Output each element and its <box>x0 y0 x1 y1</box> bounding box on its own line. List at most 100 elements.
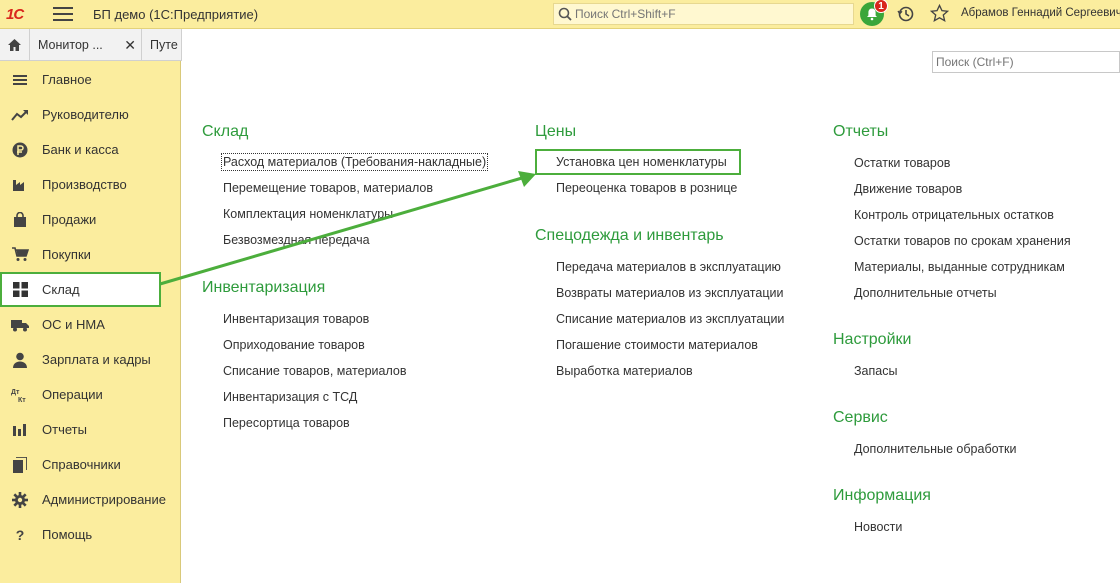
link-kontrol-ostatkov[interactable]: Контроль отрицательных остатков <box>854 208 1054 222</box>
notifications-button[interactable]: 1 <box>860 0 888 26</box>
question-icon: ? <box>15 526 25 543</box>
link-novosti[interactable]: Новости <box>854 520 902 534</box>
person-icon <box>10 350 30 370</box>
link-peresortica[interactable]: Пересортица товаров <box>223 416 350 430</box>
link-oprihodovanie[interactable]: Оприходование товаров <box>223 338 365 352</box>
link-inventarizaciya-tsd[interactable]: Инвентаризация с ТСД <box>223 390 357 404</box>
link-ostatki-po-srokam[interactable]: Остатки товаров по срокам хранения <box>854 234 1071 248</box>
logo-1c: 1С <box>6 5 24 23</box>
sidebar-item-spravochniki[interactable]: Справочники <box>0 447 181 482</box>
sidebar-item-pokupki[interactable]: Покупки <box>0 237 181 272</box>
favorites-star-icon[interactable] <box>930 4 949 23</box>
shopping-bag-icon <box>10 210 30 230</box>
grid-icon <box>10 280 30 300</box>
sidebar-item-label: Операции <box>42 387 103 402</box>
hamburger-icon <box>10 70 30 90</box>
section-search-input[interactable] <box>936 55 1116 69</box>
sidebar-item-label: Производство <box>42 177 127 192</box>
sidebar-item-administrirovanie[interactable]: Администрирование <box>0 482 181 517</box>
sidebar-item-sklad[interactable]: Склад <box>0 272 161 307</box>
sidebar-item-label: Руководителю <box>42 107 129 122</box>
home-icon <box>8 38 21 51</box>
sidebar-item-glavnoe[interactable]: Главное <box>0 62 181 97</box>
ruble-icon <box>10 140 30 160</box>
section-title-inventarizaciya: Инвентаризация <box>202 279 326 296</box>
link-pereocenka[interactable]: Переоценка товаров в рознице <box>556 181 737 195</box>
user-name[interactable]: Абрамов Геннадий Сергеевич <box>961 7 1120 19</box>
section-title-servis: Сервис <box>833 409 888 426</box>
history-icon[interactable] <box>897 5 915 23</box>
gear-icon <box>10 490 30 510</box>
section-title-otchety: Отчеты <box>833 123 889 140</box>
sidebar-item-label: Склад <box>42 282 80 297</box>
sidebar-item-label: Отчеты <box>42 422 87 437</box>
sidebar-item-rukovoditelyu[interactable]: Руководителю <box>0 97 181 132</box>
link-vozvraty[interactable]: Возвраты материалов из эксплуатации <box>556 286 783 300</box>
link-peremeshchenie[interactable]: Перемещение товаров, материалов <box>223 181 433 195</box>
sidebar-item-label: Покупки <box>42 247 91 262</box>
link-dopolnitelnye-otchety[interactable]: Дополнительные отчеты <box>854 286 997 300</box>
section-title-nastroyki: Настройки <box>833 331 912 348</box>
link-bezvozmezdnaya[interactable]: Безвозмездная передача <box>223 233 370 247</box>
link-spisanie-tovarov[interactable]: Списание товаров, материалов <box>223 364 407 378</box>
main-menu-button[interactable] <box>53 7 73 21</box>
sidebar-item-os-nma[interactable]: ОС и НМА <box>0 307 181 342</box>
global-search[interactable] <box>553 3 854 25</box>
link-komplektaciya[interactable]: Комплектация номенклатуры <box>223 207 393 221</box>
link-materialy-sotrudnikam[interactable]: Материалы, выданные сотрудникам <box>854 260 1065 274</box>
section-search[interactable] <box>932 51 1120 73</box>
sidebar-item-operacii[interactable]: Дт Кт Операции <box>0 377 181 412</box>
notification-badge: 1 <box>874 0 888 13</box>
link-ostatki-tovarov[interactable]: Остатки товаров <box>854 156 950 170</box>
link-ustanovka-cen[interactable]: Установка цен номенклатуры <box>535 149 741 175</box>
sidebar-item-label: ОС и НМА <box>42 317 105 332</box>
dt-kt-icon: Дт Кт <box>10 385 30 405</box>
sidebar: Главное Руководителю Банк и касса Произв… <box>0 61 181 583</box>
bar-chart-icon <box>10 420 30 440</box>
tab-bar: Монитор ... ✕ Путе <box>0 29 182 61</box>
section-title-ceny: Цены <box>535 123 577 140</box>
svg-text:Дт: Дт <box>11 389 20 396</box>
tab-label: Монитор ... <box>38 37 103 52</box>
sidebar-item-bank[interactable]: Банк и касса <box>0 132 181 167</box>
sidebar-item-label: Продажи <box>42 212 97 227</box>
app-title: БП демо (1С:Предприятие) <box>93 6 259 22</box>
truck-icon <box>10 315 30 335</box>
link-dopolnitelnye-obrabotki[interactable]: Дополнительные обработки <box>854 442 1016 456</box>
link-vyrabotka[interactable]: Выработка материалов <box>556 364 693 378</box>
cart-icon <box>10 245 30 265</box>
top-bar: 1С БП демо (1С:Предприятие) 1 Абрамов Ге… <box>0 0 1120 29</box>
tab-monitor[interactable]: Монитор ... ✕ <box>30 29 142 60</box>
close-icon[interactable]: ✕ <box>124 37 136 54</box>
sidebar-item-prodazhi[interactable]: Продажи <box>0 202 181 237</box>
tab-label: Путе <box>150 37 178 52</box>
link-zapasy[interactable]: Запасы <box>854 364 897 378</box>
section-title-sklad: Склад <box>202 123 249 140</box>
section-title-specodezhda: Спецодежда и инвентарь <box>535 227 724 244</box>
link-dvizhenie-tovarov[interactable]: Движение товаров <box>854 182 962 196</box>
tab-second[interactable]: Путе <box>142 29 182 60</box>
link-rashod-materialov[interactable]: Расход материалов (Требования-накладные) <box>220 153 489 171</box>
link-spisanie-iz-ekspluatacii[interactable]: Списание материалов из эксплуатации <box>556 312 784 326</box>
main-content: Склад Расход материалов (Требования-накл… <box>182 34 1120 583</box>
search-icon <box>558 7 572 21</box>
link-peredacha-v-ekspluataciyu[interactable]: Передача материалов в эксплуатацию <box>556 260 781 274</box>
books-icon <box>10 455 30 475</box>
sidebar-item-label: Помощь <box>42 527 93 542</box>
home-tab[interactable] <box>0 29 30 60</box>
link-inventarizaciya-tovarov[interactable]: Инвентаризация товаров <box>223 312 369 326</box>
trend-icon <box>10 105 30 125</box>
sidebar-item-label: Банк и касса <box>42 142 119 157</box>
sidebar-item-proizvodstvo[interactable]: Производство <box>0 167 181 202</box>
sidebar-item-label: Справочники <box>42 457 121 472</box>
sidebar-item-label: Главное <box>42 72 92 87</box>
factory-icon <box>10 175 30 195</box>
global-search-input[interactable] <box>575 7 845 21</box>
sidebar-item-pomoshch[interactable]: ? Помощь <box>0 517 181 552</box>
sidebar-item-otchety[interactable]: Отчеты <box>0 412 181 447</box>
sidebar-item-label: Зарплата и кадры <box>42 352 151 367</box>
sidebar-item-label: Администрирование <box>42 492 166 507</box>
sidebar-item-zarplata[interactable]: Зарплата и кадры <box>0 342 181 377</box>
link-pogashenie[interactable]: Погашение стоимости материалов <box>556 338 758 352</box>
section-title-informaciya: Информация <box>833 487 931 504</box>
